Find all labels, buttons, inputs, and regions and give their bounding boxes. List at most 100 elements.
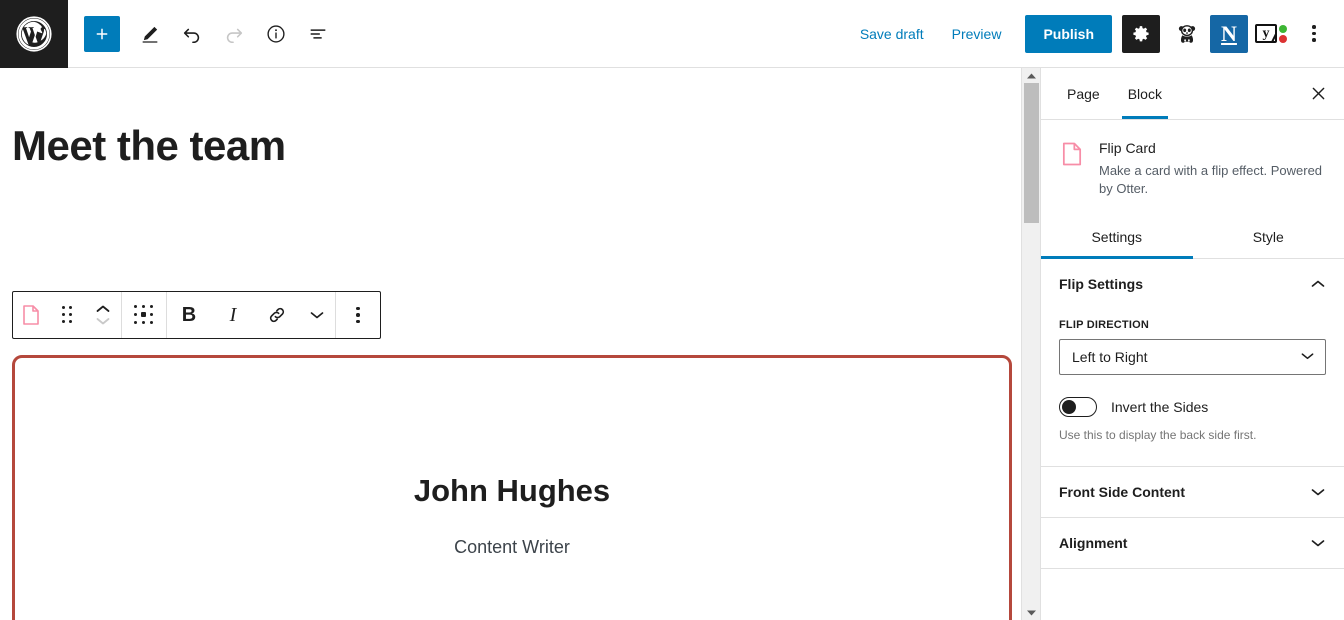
chevron-up-icon[interactable] <box>1310 279 1326 289</box>
triangle-up-icon <box>1026 72 1037 80</box>
tools-pencil-button[interactable] <box>130 14 170 54</box>
bold-button[interactable]: B <box>167 292 211 338</box>
vertical-ellipsis-icon <box>1312 25 1316 42</box>
link-button[interactable] <box>255 292 299 338</box>
undo-button[interactable] <box>172 14 212 54</box>
panel-flip-settings-body: FLIP DIRECTION Left to Right Invert the … <box>1041 309 1344 466</box>
list-view-icon <box>307 23 329 45</box>
chevron-down-icon <box>309 310 325 320</box>
tab-settings[interactable]: Settings <box>1041 217 1193 258</box>
editor-body: Meet the team <box>0 68 1344 620</box>
scrollbar-track[interactable] <box>1022 83 1040 605</box>
block-description: Make a card with a flip effect. Powered … <box>1099 162 1326 199</box>
scroll-up-button[interactable] <box>1026 68 1037 83</box>
publish-button[interactable]: Publish <box>1025 15 1112 53</box>
tab-page[interactable]: Page <box>1053 68 1114 119</box>
invert-sides-label: Invert the Sides <box>1111 399 1208 415</box>
chevron-up-icon[interactable] <box>95 304 111 314</box>
panel-title: Alignment <box>1059 535 1127 551</box>
close-sidebar-button[interactable] <box>1297 68 1340 119</box>
more-formatting-button[interactable] <box>299 292 335 338</box>
drag-handle-button[interactable] <box>49 292 85 338</box>
undo-arrow-icon <box>181 23 203 45</box>
flip-direction-select[interactable]: Left to Right <box>1059 339 1326 375</box>
block-alignment-group <box>122 292 167 338</box>
scroll-down-button[interactable] <box>1026 605 1037 620</box>
sidebar-tab-bar: Page Block <box>1041 68 1344 120</box>
yoast-plugin-button[interactable]: y <box>1252 15 1290 53</box>
panel-alignment: Alignment <box>1041 518 1344 569</box>
panda-plugin-button[interactable] <box>1168 15 1206 53</box>
settings-style-tab-bar: Settings Style <box>1041 217 1344 259</box>
flip-direction-select-wrapper: Left to Right <box>1059 339 1326 375</box>
top-bar-right-tools: Save draft Preview Publish <box>848 0 1344 67</box>
editor-scrollbar[interactable] <box>1021 68 1040 620</box>
chevron-down-icon[interactable] <box>1310 487 1326 497</box>
panel-flip-settings: Flip Settings FLIP DIRECTION Left to Rig… <box>1041 259 1344 467</box>
tab-style[interactable]: Style <box>1193 217 1344 258</box>
block-name: Flip Card <box>1099 140 1326 156</box>
flip-card-icon <box>20 303 42 327</box>
toggle-knob <box>1062 400 1076 414</box>
settings-sidebar: Page Block Flip Card Make a card with a … <box>1040 68 1344 620</box>
more-options-button[interactable] <box>1294 14 1334 54</box>
list-view-button[interactable] <box>298 14 338 54</box>
block-options-group <box>336 292 380 338</box>
editor-canvas[interactable]: Meet the team <box>0 68 1021 620</box>
block-toolbar: B I <box>12 291 381 339</box>
flip-card-icon <box>1059 140 1085 168</box>
yoast-green-dot <box>1279 25 1287 33</box>
editor-top-bar: Save draft Preview Publish <box>0 0 1344 68</box>
invert-sides-help: Use this to display the back side first. <box>1059 427 1326 444</box>
gear-icon <box>1131 24 1151 44</box>
block-type-button[interactable] <box>13 292 49 338</box>
chevron-down-icon[interactable] <box>95 316 111 326</box>
close-icon <box>1309 84 1328 103</box>
redo-arrow-icon <box>223 23 245 45</box>
yoast-red-dot <box>1279 35 1287 43</box>
block-format-group: B I <box>167 292 336 338</box>
chevron-down-icon[interactable] <box>1310 538 1326 548</box>
yoast-status-dots <box>1279 25 1287 43</box>
nelio-icon: N <box>1221 23 1237 45</box>
alignment-button[interactable] <box>122 292 166 338</box>
flip-card-title[interactable]: John Hughes <box>414 473 610 509</box>
add-block-button[interactable] <box>84 16 120 52</box>
redo-button[interactable] <box>214 14 254 54</box>
invert-sides-toggle[interactable] <box>1059 397 1097 417</box>
pencil-icon <box>139 23 161 45</box>
panel-front-side-content-header[interactable]: Front Side Content <box>1041 467 1344 517</box>
panel-title: Flip Settings <box>1059 276 1143 292</box>
vertical-ellipsis-icon <box>356 307 360 324</box>
details-button[interactable] <box>256 14 296 54</box>
flip-card-subtitle[interactable]: Content Writer <box>454 537 570 558</box>
flip-card-block[interactable]: John Hughes Content Writer <box>12 355 1012 620</box>
drag-handle-icon <box>62 306 73 324</box>
block-options-button[interactable] <box>336 292 380 338</box>
tab-block[interactable]: Block <box>1114 68 1176 119</box>
block-mover-group <box>13 292 122 338</box>
wordpress-block-editor: Save draft Preview Publish <box>0 0 1344 620</box>
info-circle-icon <box>265 23 287 45</box>
triangle-down-icon <box>1026 609 1037 617</box>
nelio-plugin-button[interactable]: N <box>1210 15 1248 53</box>
settings-toggle-button[interactable] <box>1122 15 1160 53</box>
top-bar-left-tools <box>68 0 338 67</box>
block-info-text: Flip Card Make a card with a flip effect… <box>1099 138 1326 199</box>
panel-flip-settings-header[interactable]: Flip Settings <box>1041 259 1344 309</box>
panel-title: Front Side Content <box>1059 484 1185 500</box>
scrollbar-thumb[interactable] <box>1024 83 1039 223</box>
page-title[interactable]: Meet the team <box>12 122 1009 170</box>
panda-icon <box>1175 22 1199 46</box>
block-movers[interactable] <box>85 292 121 338</box>
wordpress-logo-icon[interactable] <box>0 0 68 68</box>
preview-button[interactable]: Preview <box>940 18 1014 50</box>
flip-direction-label: FLIP DIRECTION <box>1059 319 1326 331</box>
panel-front-side-content: Front Side Content <box>1041 467 1344 518</box>
plus-icon <box>93 25 111 43</box>
alignment-grid-icon <box>134 305 154 325</box>
panel-alignment-header[interactable]: Alignment <box>1041 518 1344 568</box>
italic-button[interactable]: I <box>211 292 255 338</box>
yoast-icon: y <box>1255 24 1277 43</box>
save-draft-button[interactable]: Save draft <box>848 18 936 50</box>
